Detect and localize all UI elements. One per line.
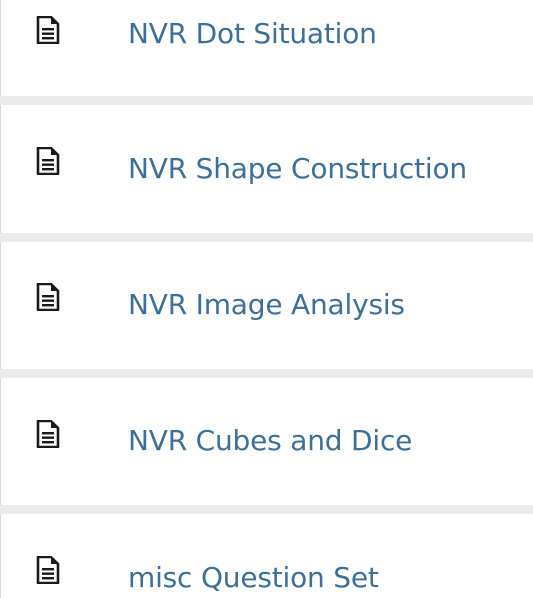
item-link[interactable]: NVR Dot Situation <box>128 16 377 52</box>
document-icon <box>36 16 60 44</box>
item-link[interactable]: misc Question Set <box>128 560 379 596</box>
item-link[interactable]: NVR Image Analysis <box>128 287 405 323</box>
divider <box>0 233 533 242</box>
list-item[interactable]: NVR Image Analysis <box>0 242 533 369</box>
list-item[interactable]: NVR Cubes and Dice <box>0 378 533 505</box>
item-link[interactable]: NVR Cubes and Dice <box>128 423 412 459</box>
item-link[interactable]: NVR Shape Construction <box>128 151 467 187</box>
document-icon <box>36 283 60 311</box>
divider <box>0 505 533 514</box>
list-item[interactable]: NVR Shape Construction <box>0 105 533 233</box>
document-icon <box>36 147 60 175</box>
list-item[interactable]: NVR Dot Situation <box>0 0 533 96</box>
document-icon <box>36 556 60 584</box>
question-set-list: NVR Dot Situation NVR Shape Construction <box>0 0 533 598</box>
list-item[interactable]: misc Question Set <box>0 514 533 598</box>
document-icon <box>36 420 60 448</box>
divider <box>0 369 533 378</box>
divider <box>0 96 533 105</box>
